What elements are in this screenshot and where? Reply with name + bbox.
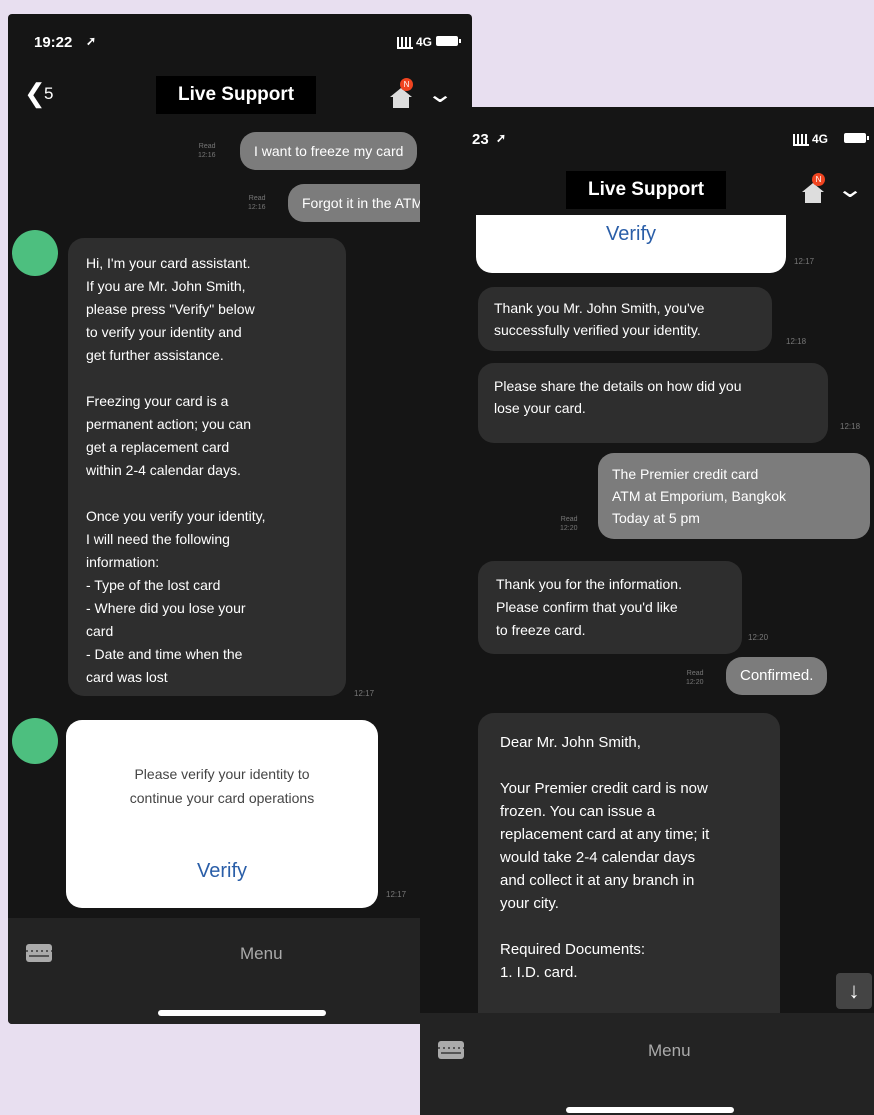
chat-header: Live Support N ⌄	[420, 171, 874, 213]
chevron-down-icon[interactable]: ⌄	[426, 80, 454, 109]
network-indicator: 4G	[792, 132, 828, 146]
bottom-bar: Menu	[420, 1013, 874, 1115]
right-phone-screen: 23 ➚ 4G Live Support N ⌄ Verify 12:17 Th…	[420, 107, 874, 1115]
page-title: Live Support	[156, 76, 317, 114]
keyboard-icon[interactable]	[26, 944, 52, 962]
status-time: 23	[472, 131, 489, 148]
message-time: 12:18	[840, 422, 861, 431]
signal-icon	[792, 133, 809, 146]
back-count[interactable]: 5	[44, 84, 53, 104]
message-bubble-incoming: Hi, I'm your card assistant. If you are …	[68, 238, 346, 696]
left-phone-screen: 19:22 ➚ 4G ❮ 5 Live Support N ⌄ Read 12:1…	[8, 14, 472, 1024]
signal-icon	[396, 36, 413, 49]
message-bubble-outgoing: Confirmed.	[726, 657, 828, 695]
network-indicator: 4G	[396, 35, 432, 49]
read-receipt: Read 12:20	[686, 670, 704, 686]
read-receipt: Read 12:16	[248, 195, 266, 211]
read-receipt: Read 12:16	[198, 143, 216, 159]
avatar	[12, 718, 58, 764]
scroll-down-arrow-icon[interactable]: ↓	[836, 973, 872, 1009]
message-bubble-incoming: Please share the details on how did you …	[478, 363, 828, 443]
verify-card: Verify	[476, 215, 786, 273]
home-icon[interactable]: N	[802, 173, 825, 203]
message-time: 12:18	[786, 337, 807, 346]
avatar	[12, 230, 58, 276]
location-arrow-icon: ➚	[86, 34, 97, 48]
status-bar: 19:22 ➚ 4G	[8, 14, 472, 72]
menu-button[interactable]: Menu	[648, 1041, 691, 1061]
chevron-down-icon[interactable]: ⌄	[836, 175, 864, 204]
back-chevron-icon[interactable]: ❮	[24, 78, 46, 109]
chat-header: ❮ 5 Live Support N ⌄	[8, 76, 472, 120]
read-receipt: Read 12:20	[560, 516, 578, 532]
notification-badge: N	[812, 173, 825, 186]
message-time: 12:20	[748, 633, 769, 642]
home-indicator	[158, 1010, 326, 1016]
message-time: 12:17	[386, 890, 407, 899]
message-time: 12:17	[354, 689, 375, 698]
verify-card-text: Please verify your identity to continue …	[129, 766, 315, 806]
message-bubble-incoming: Thank you for the information. Please co…	[478, 561, 742, 654]
page-title: Live Support	[566, 171, 727, 209]
verify-card: Please verify your identity to continue …	[66, 720, 378, 908]
bottom-bar: Menu	[8, 918, 472, 1024]
notification-badge: N	[400, 78, 413, 91]
location-arrow-icon: ➚	[496, 131, 507, 145]
message-bubble-outgoing: Forgot it in the ATM	[288, 184, 438, 222]
status-bar: 23 ➚ 4G	[420, 107, 874, 165]
battery-icon	[844, 133, 869, 143]
home-indicator	[566, 1107, 734, 1113]
status-time: 19:22	[34, 34, 73, 51]
message-bubble-outgoing: I want to freeze my card	[240, 132, 418, 170]
home-icon[interactable]: N	[390, 78, 413, 108]
menu-button[interactable]: Menu	[240, 944, 283, 964]
message-bubble-incoming: Dear Mr. John Smith, Your Premier credit…	[478, 713, 780, 1049]
keyboard-icon[interactable]	[438, 1041, 464, 1059]
verify-button[interactable]: Verify	[476, 223, 786, 246]
message-bubble-incoming: Thank you Mr. John Smith, you've success…	[478, 287, 772, 351]
message-bubble-outgoing: The Premier credit card ATM at Emporium,…	[598, 453, 870, 539]
battery-icon	[436, 36, 461, 46]
verify-button[interactable]: Verify	[66, 860, 378, 883]
message-time: 12:17	[794, 257, 815, 266]
